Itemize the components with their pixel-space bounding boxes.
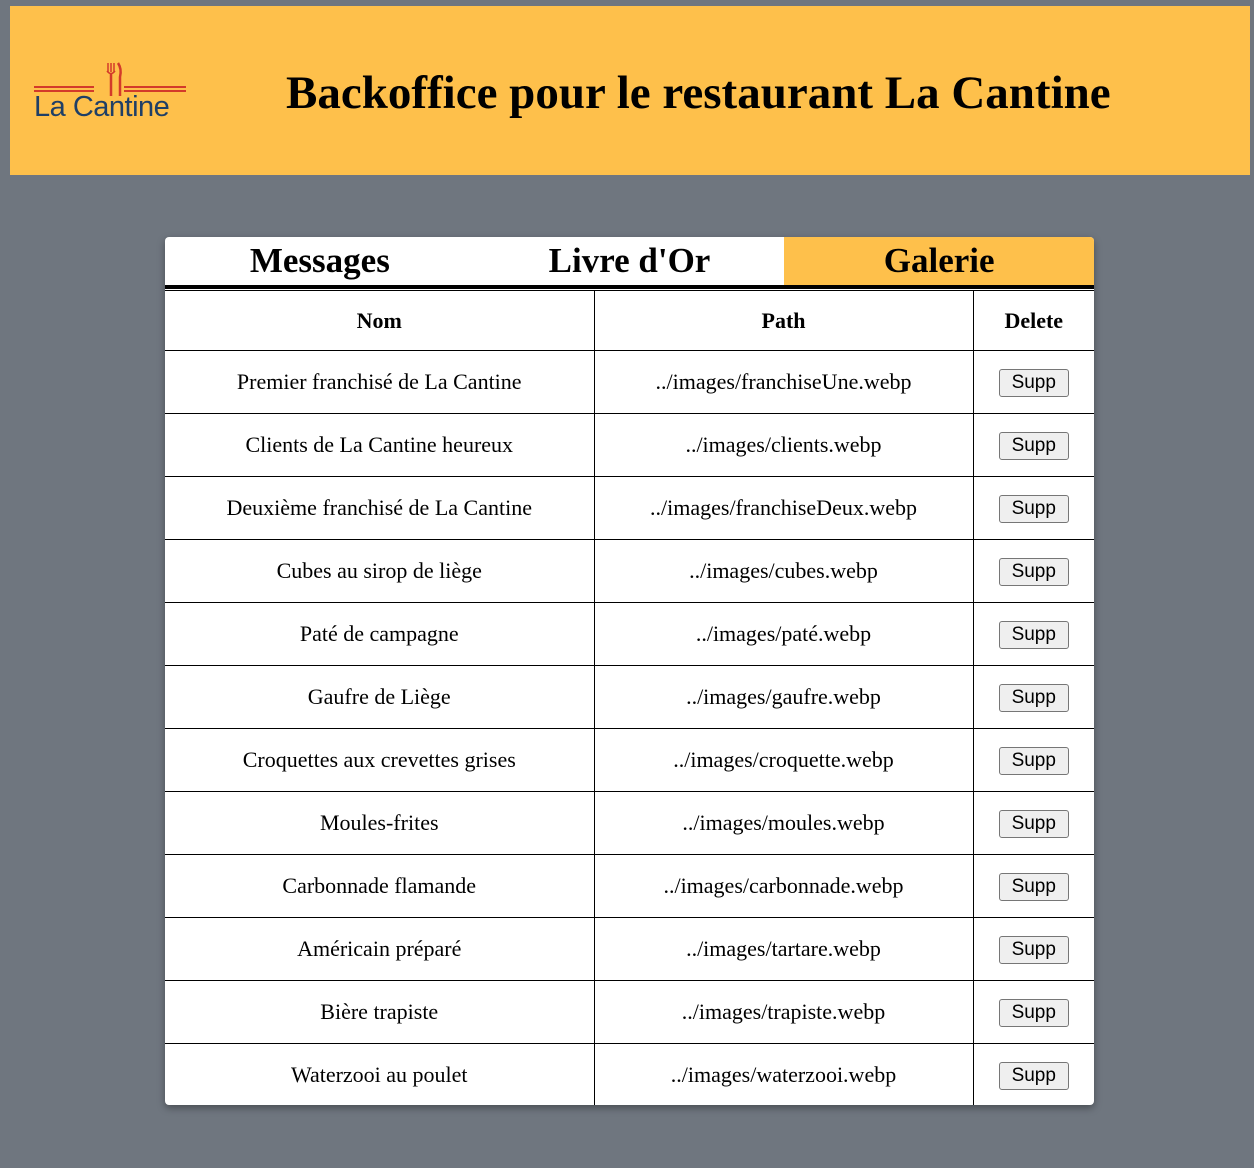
cell-delete: Supp [972, 350, 1094, 414]
cell-name: Américain préparé [165, 917, 595, 981]
delete-button[interactable]: Supp [998, 809, 1069, 838]
cell-path: ../images/clients.webp [593, 413, 974, 477]
cell-path: ../images/trapiste.webp [593, 980, 974, 1044]
table-row: Clients de La Cantine heureux ../images/c… [165, 413, 1094, 477]
tab-bar: Messages Livre d'Or Galerie [165, 237, 1094, 289]
cell-path: ../images/waterzooi.webp [593, 1043, 974, 1105]
cell-delete: Supp [972, 476, 1094, 540]
site-header: La Cantine Backoffice pour le restaurant… [10, 6, 1250, 175]
tab-galerie[interactable]: Galerie [784, 237, 1094, 285]
table-row: Premier franchisé de La Cantine ../images… [165, 350, 1094, 414]
delete-button[interactable]: Supp [998, 872, 1069, 901]
column-header-path: Path [593, 290, 974, 351]
delete-button[interactable]: Supp [998, 998, 1069, 1027]
delete-button[interactable]: Supp [998, 746, 1069, 775]
tab-messages[interactable]: Messages [165, 237, 475, 285]
cell-path: ../images/franchiseDeux.webp [593, 476, 974, 540]
cell-delete: Supp [972, 602, 1094, 666]
table-row: Américain préparé ../images/tartare.webp S… [165, 917, 1094, 981]
cell-name: Moules-frites [165, 791, 595, 855]
delete-button[interactable]: Supp [998, 1061, 1069, 1090]
cell-name: Croquettes aux crevettes grises [165, 728, 595, 792]
cell-delete: Supp [972, 791, 1094, 855]
cell-delete: Supp [972, 728, 1094, 792]
cell-path: ../images/gaufre.webp [593, 665, 974, 729]
table-row: Deuxième franchisé de La Cantine ../image… [165, 476, 1094, 540]
table-row: Gaufre de Liège ../images/gaufre.webp Supp [165, 665, 1094, 729]
delete-button[interactable]: Supp [998, 557, 1069, 586]
gallery-panel: Messages Livre d'Or Galerie Nom Path Del… [165, 237, 1094, 1105]
logo-text: La Cantine [34, 91, 170, 123]
cell-delete: Supp [972, 1043, 1094, 1105]
cell-name: Paté de campagne [165, 602, 595, 666]
gallery-table: Nom Path Delete Premier franchisé de La … [165, 290, 1094, 1105]
delete-button[interactable]: Supp [998, 620, 1069, 649]
la-cantine-logo: La Cantine [34, 61, 186, 131]
delete-button[interactable]: Supp [998, 431, 1069, 460]
cell-name: Gaufre de Liège [165, 665, 595, 729]
delete-button[interactable]: Supp [998, 368, 1069, 397]
table-row: Carbonnade flamande ../images/carbonnade.… [165, 854, 1094, 918]
cell-path: ../images/carbonnade.webp [593, 854, 974, 918]
cell-path: ../images/moules.webp [593, 791, 974, 855]
cell-name: Premier franchisé de La Cantine [165, 350, 595, 414]
table-row: Waterzooi au poulet ../images/waterzooi.w… [165, 1043, 1094, 1105]
cell-delete: Supp [972, 539, 1094, 603]
cell-delete: Supp [972, 413, 1094, 477]
table-row: Croquettes aux crevettes grises ../images… [165, 728, 1094, 792]
table-body: Premier franchisé de La Cantine ../images… [165, 350, 1094, 1105]
delete-button[interactable]: Supp [998, 935, 1069, 964]
cell-delete: Supp [972, 665, 1094, 729]
cell-path: ../images/tartare.webp [593, 917, 974, 981]
cell-path: ../images/croquette.webp [593, 728, 974, 792]
cell-delete: Supp [972, 980, 1094, 1044]
table-row: Paté de campagne ../images/paté.webp Supp [165, 602, 1094, 666]
delete-button[interactable]: Supp [998, 494, 1069, 523]
table-row: Bière trapiste ../images/trapiste.webp Sup… [165, 980, 1094, 1044]
cell-name: Waterzooi au poulet [165, 1043, 595, 1105]
cell-name: Bière trapiste [165, 980, 595, 1044]
cell-path: ../images/franchiseUne.webp [593, 350, 974, 414]
column-header-delete: Delete [972, 290, 1094, 351]
cell-name: Cubes au sirop de liège [165, 539, 595, 603]
delete-button[interactable]: Supp [998, 683, 1069, 712]
cell-name: Carbonnade flamande [165, 854, 595, 918]
cell-delete: Supp [972, 917, 1094, 981]
table-row: Moules-frites ../images/moules.webp Supp [165, 791, 1094, 855]
cell-path: ../images/cubes.webp [593, 539, 974, 603]
cell-delete: Supp [972, 854, 1094, 918]
cell-name: Deuxième franchisé de La Cantine [165, 476, 595, 540]
cell-name: Clients de La Cantine heureux [165, 413, 595, 477]
table-header-row: Nom Path Delete [165, 290, 1094, 351]
cell-path: ../images/paté.webp [593, 602, 974, 666]
column-header-name: Nom [165, 290, 595, 351]
page-title: Backoffice pour le restaurant La Cantine [286, 67, 1111, 119]
table-row: Cubes au sirop de liège ../images/cubes.w… [165, 539, 1094, 603]
tab-livre-dor[interactable]: Livre d'Or [475, 237, 785, 285]
